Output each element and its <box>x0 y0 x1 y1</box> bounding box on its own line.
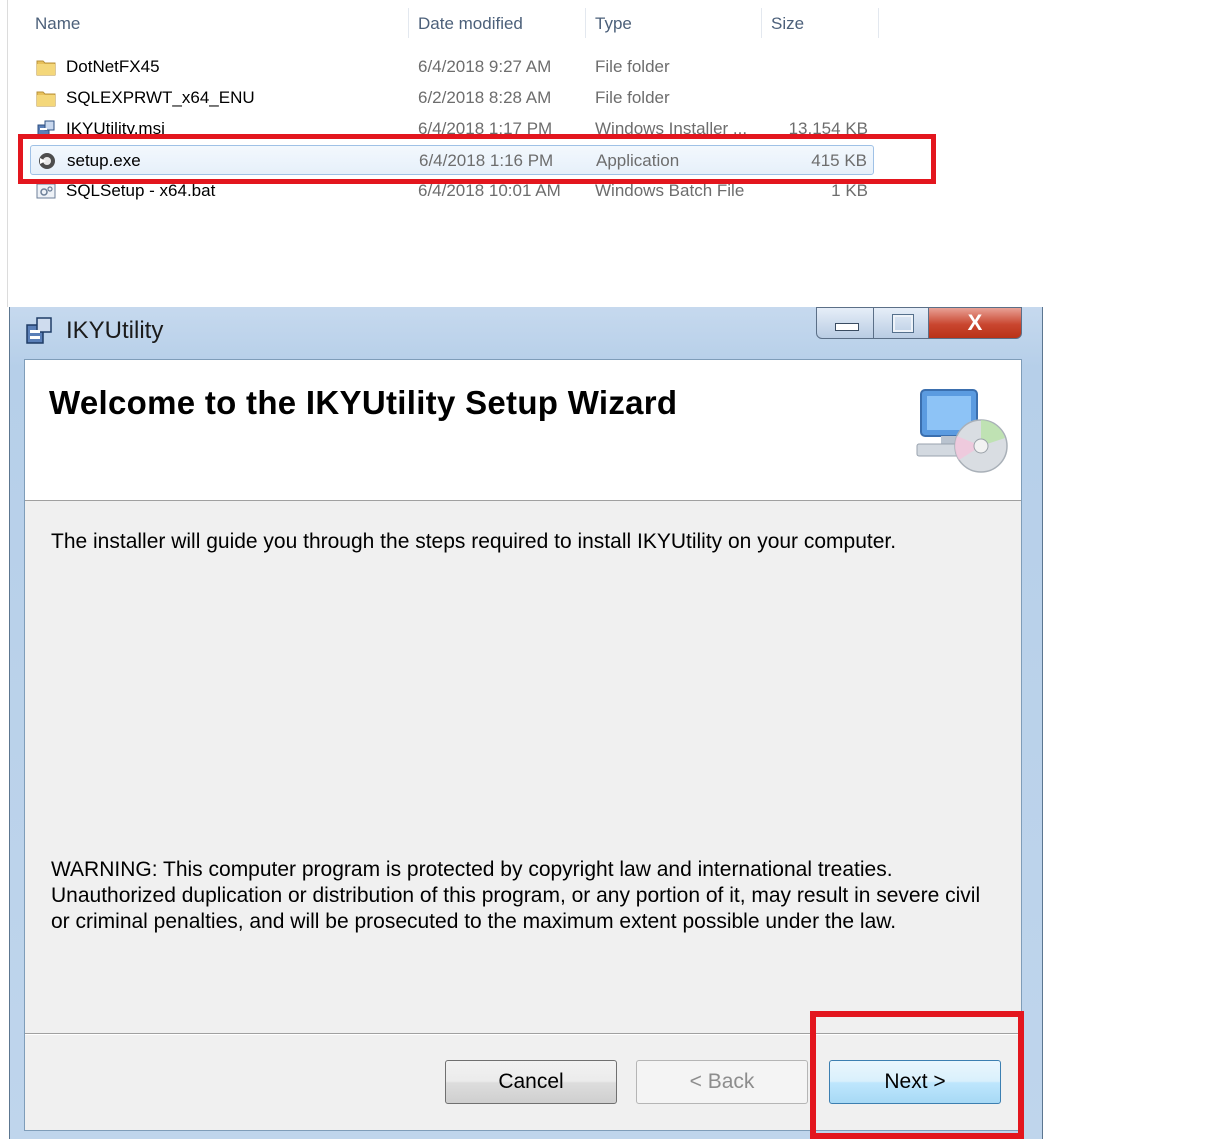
maximize-icon <box>893 315 913 332</box>
window-title: IKYUtility <box>66 317 164 344</box>
folder-icon <box>36 60 56 76</box>
column-separator[interactable] <box>408 8 409 38</box>
wizard-banner: Welcome to the IKYUtility Setup Wizard <box>25 360 1021 501</box>
column-header-type[interactable]: Type <box>595 8 632 40</box>
column-header-name[interactable]: Name <box>35 8 80 40</box>
file-date: 6/2/2018 8:28 AM <box>418 88 552 107</box>
cancel-button[interactable]: Cancel <box>445 1060 617 1104</box>
file-type: File folder <box>595 57 670 76</box>
column-header-size[interactable]: Size <box>771 8 804 40</box>
copyright-warning-text: WARNING: This computer program is protec… <box>51 858 981 933</box>
file-row-dotnetfx45[interactable]: DotNetFX45 6/4/2018 9:27 AM File folder <box>30 52 874 82</box>
minimize-icon <box>835 323 859 331</box>
minimize-button[interactable] <box>816 307 874 339</box>
close-icon: X <box>967 310 983 335</box>
wizard-intro-text: The installer will guide you through the… <box>51 530 897 553</box>
installer-app-icon <box>26 317 52 344</box>
file-explorer-list: Name Date modified Type Size DotNetFX45 … <box>0 0 1205 307</box>
folder-icon <box>36 91 56 107</box>
column-separator[interactable] <box>585 8 586 38</box>
close-button[interactable]: X <box>928 307 1022 339</box>
file-name: SQLEXPRWT_x64_ENU <box>66 88 255 107</box>
file-name: DotNetFX45 <box>66 57 160 76</box>
file-row-sqlexprwt[interactable]: SQLEXPRWT_x64_ENU 6/2/2018 8:28 AM File … <box>30 83 874 113</box>
highlight-box-setup-exe <box>18 134 936 184</box>
wizard-heading: Welcome to the IKYUtility Setup Wizard <box>49 384 678 421</box>
column-separator[interactable] <box>878 8 879 38</box>
computer-cd-icon <box>916 389 1008 473</box>
back-button[interactable]: < Back <box>636 1060 808 1104</box>
maximize-button[interactable] <box>873 307 929 339</box>
column-separator[interactable] <box>761 8 762 38</box>
highlight-box-next-button <box>810 1011 1024 1139</box>
column-header-date[interactable]: Date modified <box>418 8 523 40</box>
pane-border <box>7 0 8 307</box>
batch-file-icon <box>36 183 56 199</box>
file-type: File folder <box>595 88 670 107</box>
file-date: 6/4/2018 9:27 AM <box>418 57 552 76</box>
